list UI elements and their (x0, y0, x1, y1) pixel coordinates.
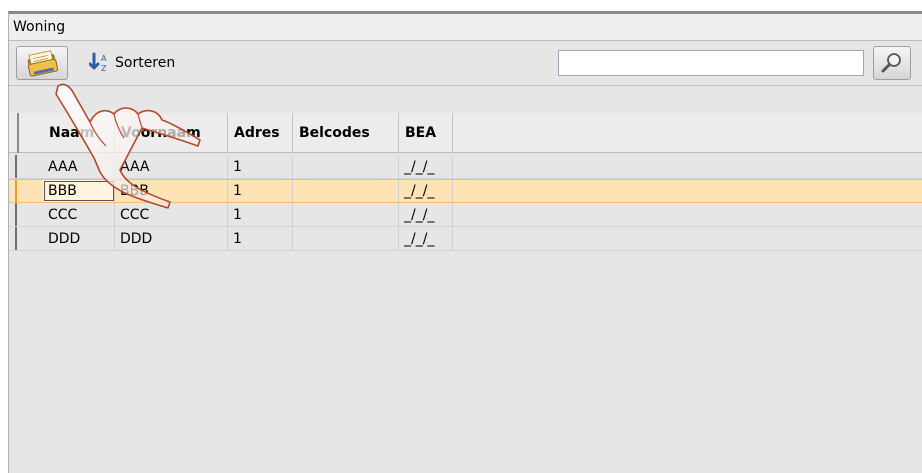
cell-voornaam[interactable]: CCC (115, 203, 228, 226)
cell-belcodes[interactable] (293, 227, 399, 250)
cell-bea[interactable]: _/_/_ (399, 227, 453, 250)
sort-label: Sorteren (115, 55, 176, 71)
column-header-bea[interactable]: BEA (399, 113, 453, 153)
row-indicator (9, 227, 17, 250)
row-header-corner (9, 113, 19, 153)
folder-icon (27, 50, 59, 77)
magnifier-icon (881, 53, 901, 73)
table-row[interactable]: CCC CCC 1 _/_/_ (9, 203, 922, 227)
woning-window: Woning A Z Sorteren Naam Voornaam Adres … (8, 11, 922, 473)
column-header-adres[interactable]: Adres (228, 113, 293, 153)
cell-adres[interactable]: 1 (228, 227, 293, 250)
column-header-voornaam[interactable]: Voornaam (115, 113, 228, 153)
sort-button[interactable]: A Z Sorteren (89, 51, 175, 75)
row-indicator (9, 180, 17, 202)
column-header-belcodes[interactable]: Belcodes (293, 113, 399, 153)
cell-bea[interactable]: _/_/_ (399, 203, 453, 226)
table-row[interactable]: DDD DDD 1 _/_/_ (9, 227, 922, 251)
cell-belcodes[interactable] (293, 155, 399, 178)
cell-adres[interactable]: 1 (228, 155, 293, 178)
data-grid: Naam Voornaam Adres Belcodes BEA AAA AAA… (9, 113, 922, 473)
cell-naam[interactable]: CCC (43, 203, 115, 226)
svg-text:Z: Z (101, 64, 107, 73)
search-input[interactable] (558, 50, 864, 76)
window-title-bar: Woning (9, 14, 922, 41)
toolbar: A Z Sorteren (9, 42, 922, 86)
table-row[interactable]: AAA AAA 1 _/_/_ (9, 155, 922, 179)
cell-voornaam[interactable]: BBB (115, 180, 228, 202)
row-indicator (9, 203, 17, 226)
cell-naam[interactable]: BBB (43, 180, 115, 202)
cell-voornaam[interactable]: AAA (115, 155, 228, 178)
row-indicator (9, 155, 17, 178)
sort-az-icon: A Z (89, 52, 107, 73)
open-button[interactable] (16, 46, 68, 80)
cell-bea[interactable]: _/_/_ (399, 155, 453, 178)
cell-naam[interactable]: DDD (43, 227, 115, 250)
cell-belcodes[interactable] (293, 203, 399, 226)
cell-naam[interactable]: AAA (43, 155, 115, 178)
cell-adres[interactable]: 1 (228, 180, 293, 202)
cell-belcodes[interactable] (293, 180, 399, 202)
cell-voornaam[interactable]: DDD (115, 227, 228, 250)
cell-adres[interactable]: 1 (228, 203, 293, 226)
svg-text:A: A (101, 54, 107, 63)
column-header-naam[interactable]: Naam (43, 113, 115, 153)
table-row-selected[interactable]: BBB BBB 1 _/_/_ (9, 179, 922, 203)
window-title: Woning (13, 19, 66, 35)
grid-header: Naam Voornaam Adres Belcodes BEA (9, 113, 922, 153)
search-button[interactable] (873, 46, 911, 80)
cell-bea[interactable]: _/_/_ (399, 180, 453, 202)
